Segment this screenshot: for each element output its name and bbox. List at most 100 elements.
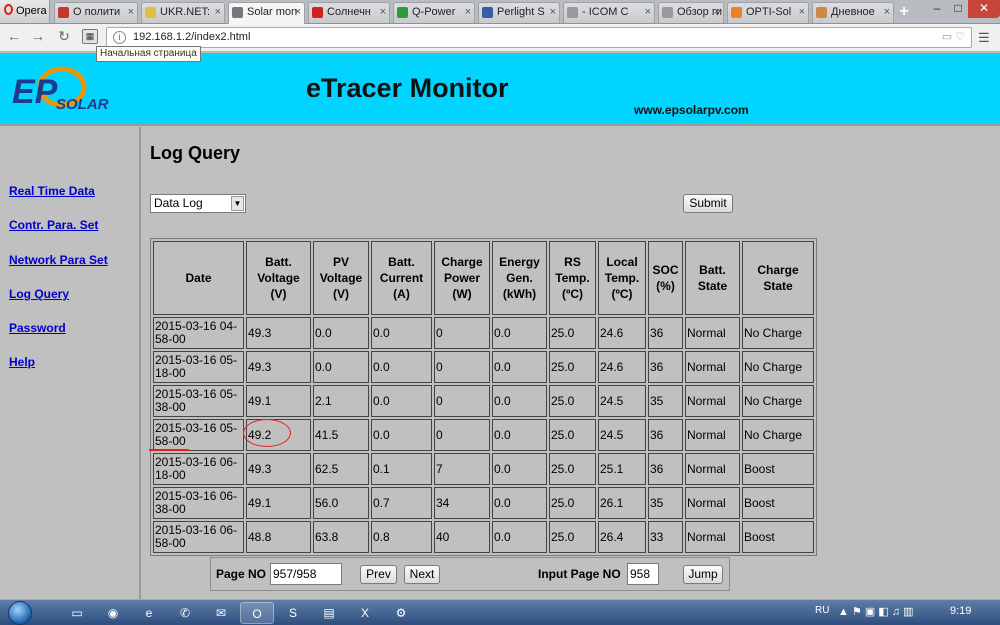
submit-button[interactable]: Submit [683, 194, 733, 213]
tab-favicon-icon [662, 7, 673, 18]
reload-icon[interactable]: ↻ [54, 28, 74, 45]
tab-close-icon[interactable]: × [380, 3, 386, 22]
tab-close-icon[interactable]: × [215, 3, 221, 22]
table-cell: 36 [648, 419, 683, 451]
tab-close-icon[interactable]: × [550, 3, 556, 22]
table-cell: 2015-03-16 05-18-00 [153, 351, 244, 383]
browser-tab[interactable]: Solar mon × [228, 2, 305, 24]
table-cell: Boost [742, 521, 814, 553]
sidebar-item-log-query[interactable]: Log Query [9, 287, 69, 301]
viber-icon[interactable]: ✆ [168, 602, 202, 624]
column-header: SOC (%) [648, 241, 683, 315]
table-cell: 0.8 [371, 521, 432, 553]
mail-icon[interactable]: ✉ [204, 602, 238, 624]
table-cell: No Charge [742, 351, 814, 383]
excel-icon[interactable]: X [348, 602, 382, 624]
browser-menu-icon[interactable]: ☰ [978, 30, 990, 46]
table-cell: 35 [648, 487, 683, 519]
input-page-no-field[interactable]: 958 [627, 563, 659, 585]
site-info-icon[interactable]: i [113, 31, 126, 44]
opera-menu-button[interactable]: Opera [0, 0, 50, 23]
table-cell: Normal [685, 419, 740, 451]
next-button[interactable]: Next [404, 565, 440, 584]
browser-tab[interactable]: OPTI-Sol × [727, 2, 809, 23]
new-tab-button[interactable]: + [896, 3, 912, 21]
table-cell: 25.0 [549, 453, 596, 485]
sidebar-item-help[interactable]: Help [9, 355, 35, 369]
sidebar-item-network-para-set[interactable]: Network Para Set [9, 253, 108, 267]
browser-tab[interactable]: Perlight S × [478, 2, 560, 23]
back-arrow-icon[interactable]: ← [4, 28, 24, 44]
table-cell: 48.8 [246, 521, 311, 553]
column-header: RS Temp. (ºC) [549, 241, 596, 315]
column-header: Batt. Voltage (V) [246, 241, 311, 315]
network-tool-icon[interactable]: ⚙ [384, 602, 418, 624]
maximize-button[interactable]: □ [948, 0, 968, 18]
sidebar-item-password[interactable]: Password [9, 321, 66, 335]
page-no-label: Page NO [216, 567, 267, 581]
table-cell: Normal [685, 521, 740, 553]
speed-dial-icon[interactable]: ▦ [82, 29, 98, 44]
language-indicator[interactable]: RU [815, 605, 829, 616]
browser-tab[interactable]: Дневное × [812, 2, 894, 23]
tab-close-icon[interactable]: × [799, 3, 805, 22]
table-cell: 62.5 [313, 453, 369, 485]
tray-icons[interactable]: ▲ ⚑ ▣ ◧ ♫ ▥ [838, 605, 913, 618]
bookmark-heart-icon[interactable]: ▭ ♡ [942, 30, 965, 43]
tab-label: OPTI-Sol [746, 6, 792, 18]
tab-close-icon[interactable]: × [465, 3, 471, 22]
url-field[interactable]: i 192.168.1.2/index2.html ▭ ♡ [106, 27, 972, 48]
table-cell: 25.0 [549, 521, 596, 553]
browser-tab[interactable]: - ICOM C × [563, 2, 655, 23]
page-header: EP SOLAR eTracer Monitor www.epsolarpv.c… [0, 53, 1000, 126]
table-cell: 0.0 [492, 317, 547, 349]
prev-button[interactable]: Prev [360, 565, 397, 584]
table-cell: 2015-03-16 04-58-00 [153, 317, 244, 349]
tab-label: - ICOM C [582, 6, 629, 18]
table-cell: 40 [434, 521, 490, 553]
table-cell: Normal [685, 487, 740, 519]
show-desktop-icon[interactable]: ▭ [60, 602, 94, 624]
browser-tab[interactable]: Обзор ги × [658, 2, 724, 23]
table-cell: 49.1 [246, 385, 311, 417]
table-cell: 0.0 [492, 419, 547, 451]
sidebar-item-real-time-data[interactable]: Real Time Data [9, 184, 95, 198]
tab-favicon-icon [145, 7, 156, 18]
browser-tab[interactable]: UKR.NET: × [141, 2, 225, 23]
page-no-field[interactable]: 957/958 [270, 563, 342, 585]
tab-close-icon[interactable]: × [295, 3, 301, 22]
browser-tab[interactable]: О полити × [54, 2, 138, 23]
tab-favicon-icon [731, 7, 742, 18]
forward-arrow-icon[interactable]: → [28, 28, 48, 44]
window-close-button[interactable]: ✕ [968, 0, 1000, 18]
tab-close-icon[interactable]: × [884, 3, 890, 22]
opera-taskbar-icon[interactable]: O [240, 602, 274, 624]
table-cell: 0.0 [492, 351, 547, 383]
column-header: PV Voltage (V) [313, 241, 369, 315]
media-player-icon[interactable]: ◉ [96, 602, 130, 624]
tab-close-icon[interactable]: × [645, 3, 651, 22]
sidebar-item-contr-para-set[interactable]: Contr. Para. Set [9, 218, 98, 232]
tab-close-icon[interactable]: × [714, 3, 720, 22]
start-button[interactable] [4, 600, 38, 625]
column-header: Energy Gen. (kWh) [492, 241, 547, 315]
browser-tab[interactable]: Q-Power × [393, 2, 475, 23]
window-manager-icon[interactable]: ▤ [312, 602, 346, 624]
clock[interactable]: 9:19 [950, 605, 971, 617]
skype-icon[interactable]: S [276, 602, 310, 624]
tab-favicon-icon [816, 7, 827, 18]
minimize-button[interactable]: – [926, 0, 948, 18]
tab-close-icon[interactable]: × [128, 3, 134, 22]
log-table: Date Batt. Voltage (V) PV Voltage (V) Batt.… [150, 238, 817, 556]
browser-tab[interactable]: Солнечн × [308, 2, 390, 23]
internet-explorer-icon[interactable]: e [132, 602, 166, 624]
table-cell: 36 [648, 351, 683, 383]
tab-favicon-icon [397, 7, 408, 18]
table-cell: 36 [648, 453, 683, 485]
opera-logo-icon [4, 4, 13, 15]
chevron-down-icon[interactable]: ▼ [231, 196, 244, 211]
table-cell: 7 [434, 453, 490, 485]
log-type-select[interactable]: Data Log ▼ [150, 194, 246, 213]
table-cell: 41.5 [313, 419, 369, 451]
jump-button[interactable]: Jump [683, 565, 723, 584]
